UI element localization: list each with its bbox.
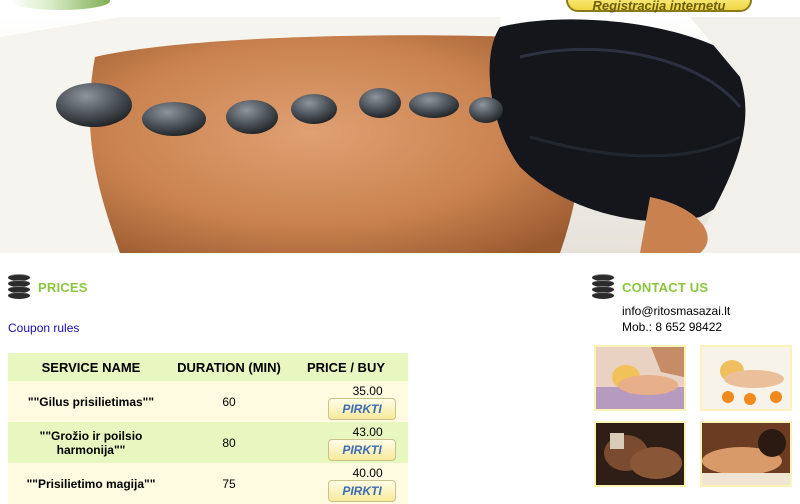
hero-image: [0, 17, 800, 253]
column-header-service: SERVICE NAME: [8, 353, 174, 381]
service-duration: 80: [174, 422, 284, 463]
service-price: 43.00: [352, 424, 383, 439]
massage-photo-thumbnail: [596, 423, 684, 485]
prices-table: SERVICE NAME DURATION (MIN) PRICE / BUY …: [8, 353, 408, 504]
price-buy-cell: 40.00 PIRKTI: [284, 463, 408, 504]
stacked-stones-icon: [592, 274, 614, 300]
table-header-row: SERVICE NAME DURATION (MIN) PRICE / BUY: [8, 353, 408, 381]
massage-photo-thumbnail: [702, 347, 790, 409]
service-price: 40.00: [352, 465, 383, 480]
gallery-thumbnail-3[interactable]: [594, 421, 686, 487]
buy-button[interactable]: PIRKTI: [328, 479, 396, 502]
table-row: ""Gilus prisilietimas"" 60 35.00 PIRKTI: [8, 381, 408, 422]
massage-photo-thumbnail: [596, 347, 684, 409]
hot-stone-massage-photo: [0, 17, 800, 253]
massage-photo-thumbnail: [702, 423, 790, 485]
column-header-price-buy: PRICE / BUY: [284, 353, 408, 381]
stacked-stones-icon: [8, 274, 30, 300]
gallery-thumbnail-4[interactable]: [700, 421, 792, 487]
service-name: ""Prisilietimo magija"": [8, 463, 174, 504]
service-name: ""Grožio ir poilsio harmonija"": [8, 422, 174, 463]
buy-button[interactable]: PIRKTI: [328, 397, 396, 420]
service-name: ""Gilus prisilietimas"": [8, 381, 174, 422]
contact-title: CONTACT US: [622, 279, 709, 295]
buy-button[interactable]: PIRKTI: [328, 438, 396, 461]
contact-heading: CONTACT US: [592, 274, 708, 300]
logo-leaf: [10, 0, 110, 10]
coupon-rules-link[interactable]: Coupon rules: [8, 321, 79, 335]
column-header-duration: DURATION (MIN): [174, 353, 284, 381]
table-row: ""Prisilietimo magija"" 75 40.00 PIRKTI: [8, 463, 408, 504]
gallery-thumbnail-2[interactable]: [700, 345, 792, 411]
service-duration: 60: [174, 381, 284, 422]
service-duration: 75: [174, 463, 284, 504]
service-price: 35.00: [352, 383, 383, 398]
online-registration-button[interactable]: Registracija internetu: [566, 0, 752, 13]
prices-title: PRICES: [38, 279, 88, 295]
contact-phone: Mob.: 8 652 98422: [622, 320, 723, 334]
prices-heading: PRICES: [8, 274, 88, 300]
gallery-thumbnail-1[interactable]: [594, 345, 686, 411]
top-header: Registracija internetu: [0, 0, 800, 17]
table-row: ""Grožio ir poilsio harmonija"" 80 43.00…: [8, 422, 408, 463]
price-buy-cell: 35.00 PIRKTI: [284, 381, 408, 422]
contact-email-link[interactable]: info@ritosmasazai.lt: [622, 304, 730, 318]
price-buy-cell: 43.00 PIRKTI: [284, 422, 408, 463]
